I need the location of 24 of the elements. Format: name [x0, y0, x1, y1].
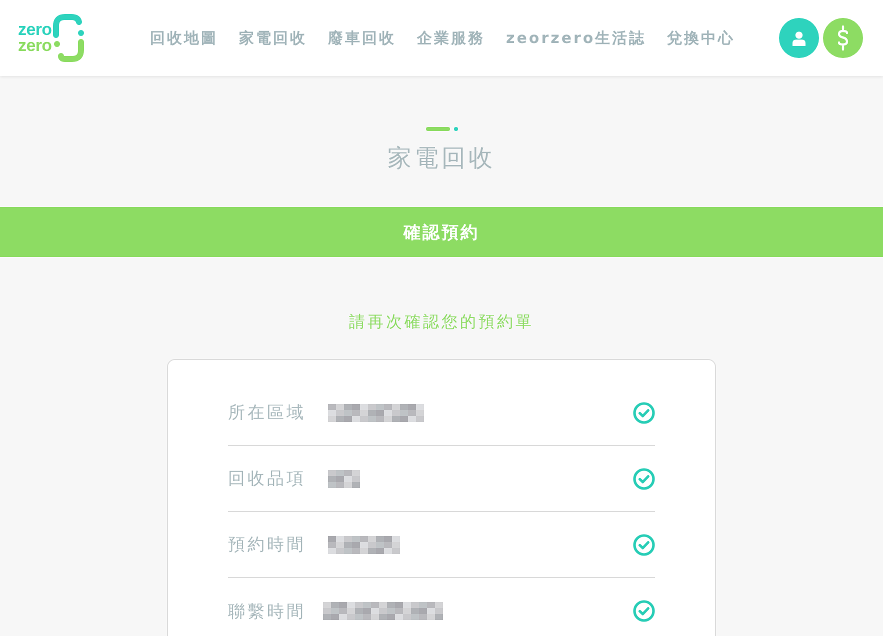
nav-link[interactable]: 企業服務	[417, 28, 485, 48]
points-button[interactable]	[823, 18, 863, 58]
nav-link[interactable]: 廢車回收	[328, 28, 396, 48]
nav-link[interactable]: 兌換中心	[667, 28, 736, 48]
pixelated-value-drawing	[328, 470, 360, 488]
field-label: 回收品項	[228, 468, 307, 490]
nav-link[interactable]: zeorzero生活誌	[506, 28, 646, 48]
field-label: 預約時間	[228, 534, 307, 556]
field-label: 所在區域	[228, 402, 307, 424]
accent-dash-icon	[426, 127, 450, 131]
field-label: 聯繫時間	[228, 600, 307, 622]
page-title: 家電回收	[386, 143, 496, 173]
logo-wordmark: zero	[18, 22, 52, 38]
step-title: 確認預約	[404, 222, 480, 244]
nav-link[interactable]: 家電回收	[239, 28, 307, 48]
nav-link[interactable]: 回收地圖	[150, 28, 218, 48]
account-button[interactable]	[779, 18, 819, 58]
pixelated-value-drawing	[328, 536, 400, 554]
user-icon	[792, 30, 806, 46]
confirm-prompt: 請再次確認您的預約單	[348, 311, 535, 333]
accent-dot-icon	[454, 127, 458, 131]
logo-wordmark: zero	[18, 38, 52, 54]
dollar-icon	[837, 25, 849, 51]
logo-mark-icon	[52, 13, 86, 63]
